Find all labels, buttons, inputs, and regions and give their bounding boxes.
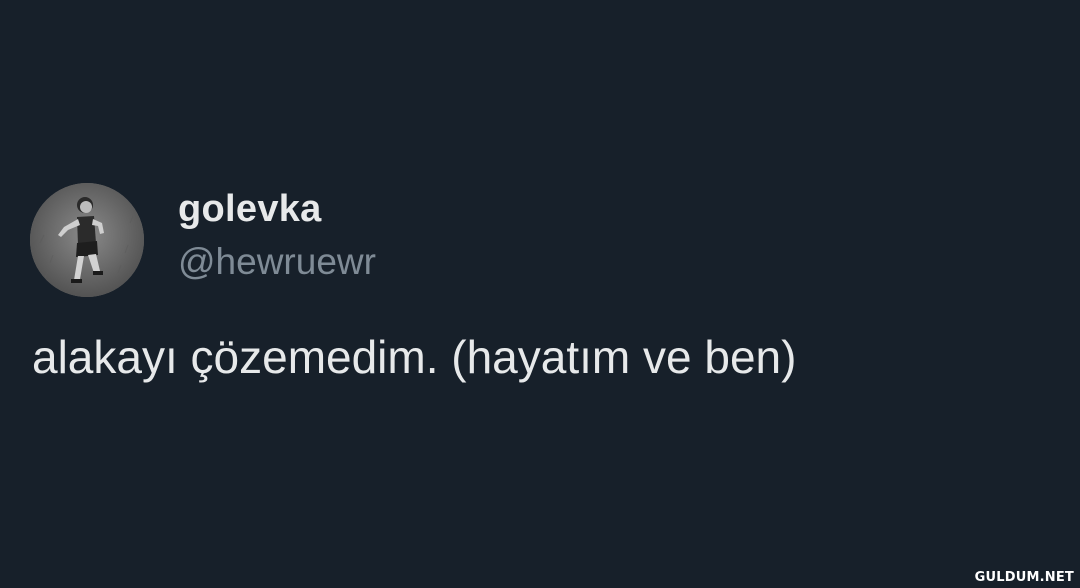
user-handle[interactable]: @hewruewr (178, 241, 376, 283)
avatar-runner-photo (30, 183, 144, 297)
watermark: GULDUM.NET (974, 570, 1074, 585)
avatar[interactable] (30, 183, 144, 297)
display-name[interactable]: golevka (178, 188, 322, 231)
tweet-text: alakayı çözemedim. (hayatım ve ben) (32, 331, 797, 383)
tweet-card: golevka @hewruewr alakayı çözemedim. (ha… (0, 0, 1080, 588)
